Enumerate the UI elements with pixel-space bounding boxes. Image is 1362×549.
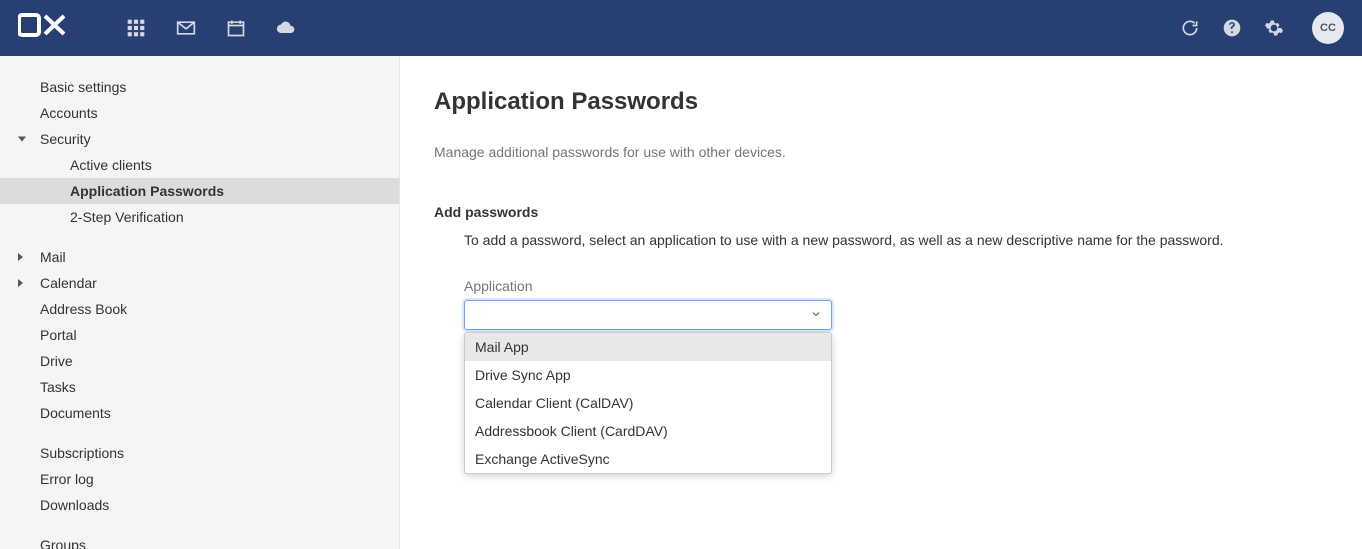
sidebar-item-label: 2-Step Verification (70, 209, 184, 225)
sidebar-item-label: Error log (40, 471, 94, 487)
add-passwords-description: To add a password, select an application… (464, 232, 1362, 248)
application-option[interactable]: Mail App (465, 333, 831, 361)
sidebar-item-security[interactable]: Security (0, 126, 399, 152)
sidebar-item-label: Basic settings (40, 79, 126, 95)
sidebar-item-label: Address Book (40, 301, 127, 317)
sidebar-item-tasks[interactable]: Tasks (0, 374, 399, 400)
page-title: Application Passwords (434, 88, 1362, 116)
application-option[interactable]: Drive Sync App (465, 361, 831, 389)
application-option[interactable]: Addressbook Client (CardDAV) (465, 417, 831, 445)
sidebar-item-2-step-verification[interactable]: 2-Step Verification (0, 204, 399, 230)
application-field-label: Application (464, 278, 1362, 294)
sidebar-item-downloads[interactable]: Downloads (0, 492, 399, 518)
sidebar-item-label: Portal (40, 327, 77, 343)
application-dropdown: Mail AppDrive Sync AppCalendar Client (C… (464, 332, 832, 474)
sidebar-item-label: Tasks (40, 379, 76, 395)
calendar-icon[interactable] (226, 18, 246, 38)
sidebar-item-label: Subscriptions (40, 445, 124, 461)
sidebar-item-accounts[interactable]: Accounts (0, 100, 399, 126)
settings-gear-icon[interactable] (1264, 18, 1284, 38)
sidebar-item-mail[interactable]: Mail (0, 244, 399, 270)
page-subtitle: Manage additional passwords for use with… (434, 144, 1362, 160)
help-icon[interactable] (1222, 18, 1242, 38)
sidebar-item-error-log[interactable]: Error log (0, 466, 399, 492)
refresh-icon[interactable] (1180, 18, 1200, 38)
sidebar-item-application-passwords[interactable]: Application Passwords (0, 178, 399, 204)
topbar-right-icons: CC (1180, 12, 1344, 44)
cloud-icon[interactable] (276, 18, 296, 38)
sidebar-item-portal[interactable]: Portal (0, 322, 399, 348)
main-content: Application Passwords Manage additional … (400, 56, 1362, 549)
sidebar-item-documents[interactable]: Documents (0, 400, 399, 426)
avatar[interactable]: CC (1312, 12, 1344, 44)
sidebar-item-label: Active clients (70, 157, 152, 173)
sidebar-item-label: Mail (40, 249, 66, 265)
sidebar-item-label: Groups (40, 537, 86, 549)
topbar: CC (0, 0, 1362, 56)
application-option[interactable]: Calendar Client (CalDAV) (465, 389, 831, 417)
mail-icon[interactable] (176, 18, 196, 38)
sidebar-item-active-clients[interactable]: Active clients (0, 152, 399, 178)
sidebar-item-label: Downloads (40, 497, 109, 513)
sidebar-item-label: Documents (40, 405, 111, 421)
app-logo[interactable] (18, 13, 66, 44)
application-option[interactable]: Exchange ActiveSync (465, 445, 831, 473)
sidebar-item-label: Security (40, 131, 91, 147)
sidebar-item-address-book[interactable]: Address Book (0, 296, 399, 322)
sidebar-item-basic-settings[interactable]: Basic settings (0, 74, 399, 100)
sidebar-item-drive[interactable]: Drive (0, 348, 399, 374)
sidebar-item-label: Calendar (40, 275, 97, 291)
sidebar-item-label: Drive (40, 353, 73, 369)
sidebar-item-subscriptions[interactable]: Subscriptions (0, 440, 399, 466)
sidebar-item-groups[interactable]: Groups (0, 532, 399, 549)
topbar-left-icons (126, 18, 296, 38)
add-passwords-heading: Add passwords (434, 204, 1362, 220)
sidebar-item-calendar[interactable]: Calendar (0, 270, 399, 296)
sidebar-item-label: Application Passwords (70, 183, 224, 199)
sidebar-item-label: Accounts (40, 105, 98, 121)
apps-grid-icon[interactable] (126, 18, 146, 38)
application-select[interactable] (464, 300, 832, 330)
settings-sidebar: Basic settings Accounts Security Active cli… (0, 56, 400, 549)
chevron-down-icon (810, 307, 822, 323)
